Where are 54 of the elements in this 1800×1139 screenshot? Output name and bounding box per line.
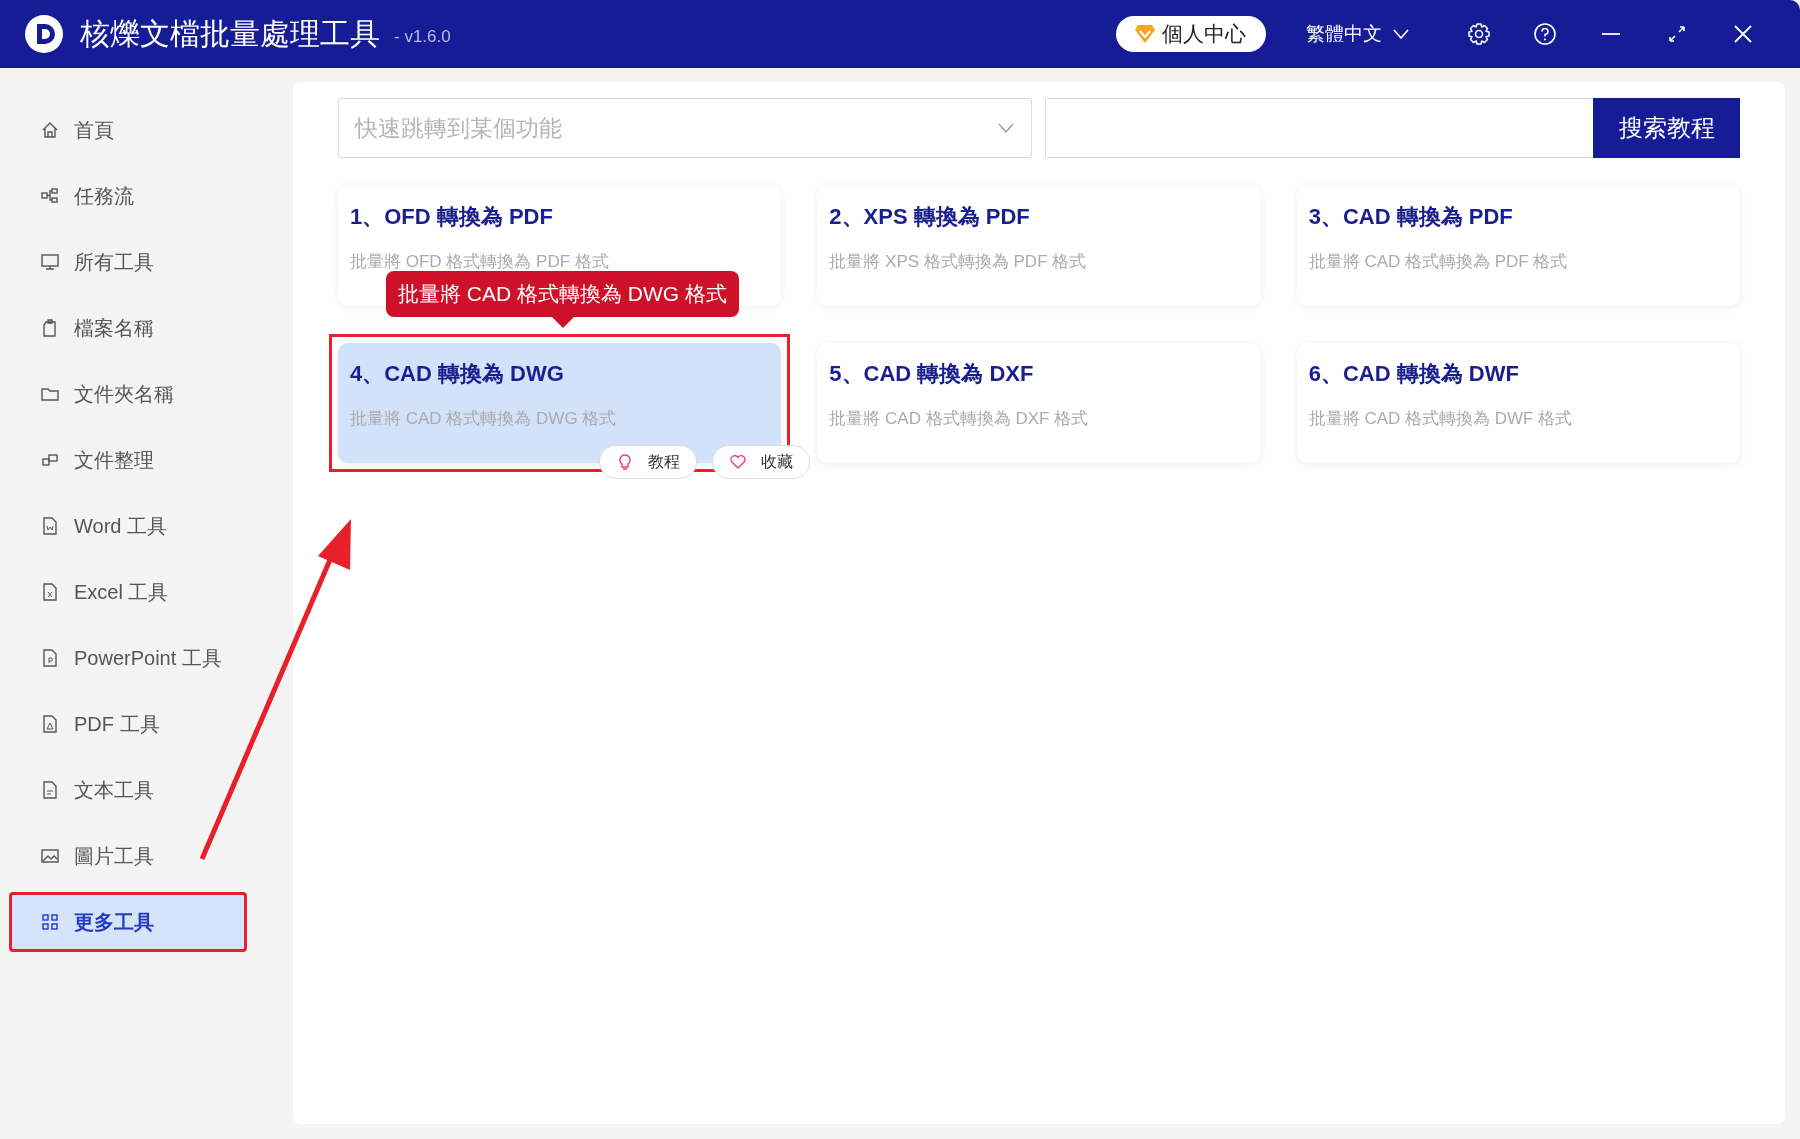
sidebar-item[interactable]: 圖片工具 bbox=[9, 826, 247, 886]
word-file-icon bbox=[40, 516, 60, 536]
search-tutorial-button[interactable]: 搜索教程 bbox=[1593, 98, 1740, 158]
card-description: 批量將 CAD 格式轉換為 DWF 格式 bbox=[1308, 408, 1573, 430]
tutorial-button[interactable]: 教程 bbox=[599, 445, 698, 479]
sidebar-item[interactable]: 任務流 bbox=[9, 166, 247, 226]
sidebar-item[interactable]: 首頁 bbox=[9, 100, 247, 160]
powerpoint-file-icon bbox=[40, 648, 60, 668]
account-button[interactable]: 個人中心 bbox=[1116, 16, 1266, 52]
logo-icon bbox=[24, 14, 64, 54]
image-icon bbox=[40, 846, 60, 866]
sidebar-item[interactable]: 所有工具 bbox=[9, 232, 247, 292]
excel-file-icon bbox=[40, 582, 60, 602]
pdf-file-icon bbox=[40, 714, 60, 734]
diamond-icon bbox=[1134, 24, 1156, 44]
card-description: 批量將 OFD 格式轉換為 PDF 格式 bbox=[350, 251, 609, 273]
card-description: 批量將 CAD 格式轉換為 PDF 格式 bbox=[1308, 251, 1568, 273]
text-file-icon bbox=[40, 780, 60, 800]
search-field[interactable] bbox=[1045, 98, 1593, 158]
heart-icon bbox=[729, 453, 748, 471]
flow-icon bbox=[40, 186, 60, 206]
help-icon[interactable] bbox=[1533, 22, 1557, 46]
tool-card[interactable]: 6、CAD 轉換為 DWF 批量將 CAD 格式轉換為 DWF 格式 bbox=[1296, 343, 1740, 463]
sidebar-item[interactable]: 文件整理 bbox=[9, 430, 247, 490]
chevron-down-icon bbox=[997, 122, 1015, 134]
sidebar-item[interactable]: Excel 工具 bbox=[9, 562, 247, 622]
card-title: 2、XPS 轉換為 PDF bbox=[829, 203, 1030, 231]
home-icon bbox=[40, 120, 60, 140]
monitor-icon bbox=[40, 252, 60, 272]
sidebar-item[interactable]: Word 工具 bbox=[9, 496, 247, 556]
chevron-down-icon[interactable] bbox=[1392, 28, 1410, 40]
card-title: 4、CAD 轉換為 DWG bbox=[350, 360, 564, 388]
card-title: 1、OFD 轉換為 PDF bbox=[350, 203, 553, 231]
grid-icon bbox=[40, 912, 60, 932]
sidebar-item[interactable]: 文件夾名稱 bbox=[9, 364, 247, 424]
card-description: 批量將 CAD 格式轉換為 DXF 格式 bbox=[829, 408, 1089, 430]
favorite-button[interactable]: 收藏 bbox=[712, 445, 811, 479]
sidebar-item[interactable]: PDF 工具 bbox=[9, 694, 247, 754]
sidebar-item[interactable]: 文本工具 bbox=[9, 760, 247, 820]
sidebar-item[interactable]: PowerPoint 工具 bbox=[9, 628, 247, 688]
tool-card[interactable]: 3、CAD 轉換為 PDF 批量將 CAD 格式轉換為 PDF 格式 bbox=[1296, 186, 1740, 306]
tool-card[interactable]: 2、XPS 轉換為 PDF 批量將 XPS 格式轉換為 PDF 格式 bbox=[817, 186, 1261, 306]
language-selector[interactable]: 繁體中文 bbox=[1306, 21, 1382, 47]
settings-icon[interactable] bbox=[1467, 22, 1491, 46]
card-description: 批量將 CAD 格式轉換為 DWG 格式 bbox=[350, 408, 617, 430]
version-label: - v1.6.0 bbox=[394, 27, 451, 47]
tool-card[interactable]: 5、CAD 轉換為 DXF 批量將 CAD 格式轉換為 DXF 格式 bbox=[817, 343, 1261, 463]
card-title: 5、CAD 轉換為 DXF bbox=[829, 360, 1034, 388]
card-title: 6、CAD 轉換為 DWF bbox=[1308, 360, 1519, 388]
card-description: 批量將 XPS 格式轉換為 PDF 格式 bbox=[829, 251, 1087, 273]
window-title: 核爍文檔批量處理工具 bbox=[80, 15, 380, 52]
sidebar-item[interactable]: 檔案名稱 bbox=[9, 298, 247, 358]
sidebar-item[interactable]: 更多工具 bbox=[9, 892, 247, 952]
card-title: 3、CAD 轉換為 PDF bbox=[1308, 203, 1513, 231]
